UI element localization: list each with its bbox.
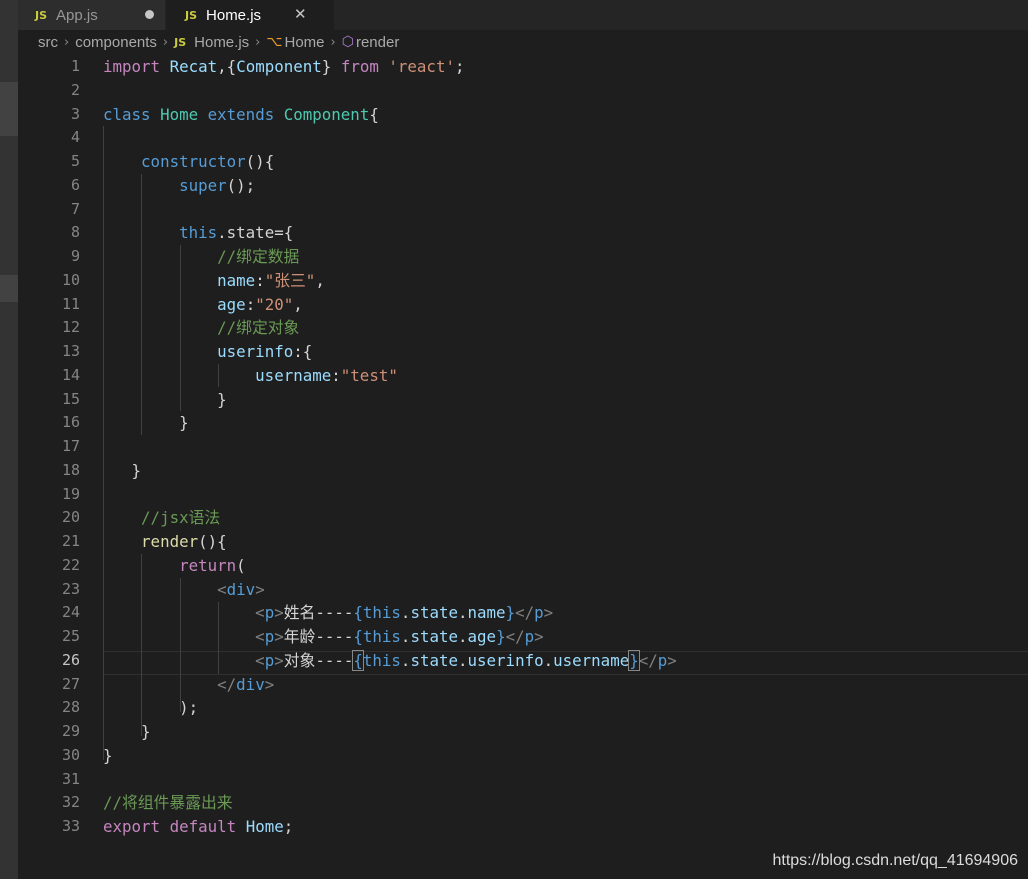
code-line: username:"test" <box>255 365 398 385</box>
js-file-icon: JS <box>35 8 48 22</box>
line-number: 10 <box>61 270 80 289</box>
bracket-match: } <box>628 649 640 671</box>
line-number: 29 <box>61 722 80 740</box>
line-number: 16 <box>61 413 80 432</box>
code-line-current: <p>对象----{this.state.userinfo.username}<… <box>255 649 677 671</box>
code-line: render(){ <box>141 532 227 551</box>
code-line: } <box>131 460 142 480</box>
line-number: 14 <box>61 365 80 384</box>
activity-item[interactable] <box>0 82 18 136</box>
line-number: 4 <box>70 128 80 147</box>
breadcrumb-item-file[interactable]: Home.js <box>194 34 249 51</box>
line-number: 9 <box>70 247 80 265</box>
code-line: //绑定对象 <box>217 318 300 338</box>
activity-item[interactable] <box>0 275 18 302</box>
line-number: 22 <box>61 555 80 574</box>
line-number: 13 <box>61 342 80 360</box>
breadcrumb-item-src[interactable]: src <box>38 34 58 51</box>
line-number-gutter: 1 2 3 4 5 6 7 8 9 10 11 12 13 14 15 16 1… <box>18 55 80 839</box>
line-number: 11 <box>61 294 80 313</box>
line-number: 20 <box>61 508 80 527</box>
line-number: 17 <box>61 437 80 455</box>
line-number: 2 <box>70 80 80 99</box>
unsaved-dot-icon[interactable] <box>145 10 154 19</box>
breadcrumb-item-components[interactable]: components <box>75 34 157 51</box>
line-number: 33 <box>61 817 80 835</box>
bracket-match: { <box>352 649 364 671</box>
tab-label: Home.js <box>206 6 262 24</box>
line-number: 3 <box>70 104 80 123</box>
code-line: super(); <box>179 175 256 195</box>
js-file-icon: JS <box>174 35 187 49</box>
code-line: constructor(){ <box>141 152 275 171</box>
line-number: 25 <box>61 627 80 645</box>
chevron-right-icon: › <box>64 34 70 50</box>
line-number: 15 <box>61 389 80 408</box>
code-line: //jsx语法 <box>141 508 221 528</box>
tab-label: App.js <box>56 6 98 24</box>
tab-app-js[interactable]: JS App.js <box>18 0 165 30</box>
line-number: 18 <box>61 460 80 479</box>
line-number: 23 <box>61 579 80 598</box>
code-editor[interactable]: 1 2 3 4 5 6 7 8 9 10 11 12 13 14 15 16 1… <box>18 55 1028 879</box>
line-number: 1 <box>70 57 80 75</box>
line-number: 7 <box>70 199 80 218</box>
code-line: this.state={ <box>179 223 294 243</box>
line-number: 24 <box>61 603 80 622</box>
code-line: <p>年龄----{this.state.age}</p> <box>255 627 544 646</box>
code-line: export default Home; <box>103 817 294 836</box>
code-line: </div> <box>217 674 275 694</box>
code-line: //将组件暴露出来 <box>103 793 233 813</box>
code-line: <div> <box>217 579 265 599</box>
code-line: <p>姓名----{this.state.name}</p> <box>255 603 554 623</box>
chevron-right-icon: › <box>255 34 261 50</box>
code-line: } <box>217 389 227 409</box>
code-line: name:"张三", <box>217 270 325 290</box>
line-number: 27 <box>61 674 80 693</box>
line-number: 12 <box>61 318 80 337</box>
line-number: 19 <box>61 484 80 503</box>
method-symbol-icon: ⬡ <box>341 34 354 50</box>
breadcrumb: src › components › JS Home.js › ⌥ Home ›… <box>18 30 1028 54</box>
line-number: 21 <box>61 532 80 550</box>
code-area[interactable]: import Recat,{Component} from 'react'; c… <box>103 55 1028 839</box>
line-number: 28 <box>61 698 80 717</box>
code-line: class Home extends Component{ <box>103 104 379 124</box>
line-number: 5 <box>70 152 80 170</box>
line-number: 6 <box>70 175 80 194</box>
code-line: } <box>179 413 189 433</box>
breadcrumb-item-class[interactable]: Home <box>285 34 325 51</box>
line-number-current: 26 <box>61 650 80 669</box>
code-line: userinfo:{ <box>217 342 313 361</box>
code-line: //绑定数据 <box>217 247 300 266</box>
activity-bar <box>0 0 18 879</box>
code-line: ); <box>179 698 199 718</box>
code-line: return( <box>179 555 246 575</box>
tab-home-js[interactable]: JS Home.js ✕ <box>166 0 334 30</box>
code-line: import Recat,{Component} from 'react'; <box>103 57 465 76</box>
watermark: https://blog.csdn.net/qq_41694906 <box>772 852 1018 869</box>
code-line: } <box>141 722 151 741</box>
chevron-right-icon: › <box>330 34 336 50</box>
line-number: 30 <box>61 745 80 764</box>
line-number: 8 <box>70 223 80 242</box>
line-number: 31 <box>61 769 80 788</box>
class-symbol-icon: ⌥ <box>266 34 283 50</box>
code-line: age:"20", <box>217 294 303 314</box>
chevron-right-icon: › <box>162 34 169 50</box>
breadcrumb-item-method[interactable]: render <box>356 34 399 51</box>
line-number: 32 <box>61 793 80 812</box>
tab-bar: JS App.js JS Home.js ✕ <box>18 0 1028 30</box>
close-icon[interactable]: ✕ <box>294 5 307 23</box>
js-file-icon: JS <box>185 8 198 22</box>
code-line: } <box>103 745 113 765</box>
